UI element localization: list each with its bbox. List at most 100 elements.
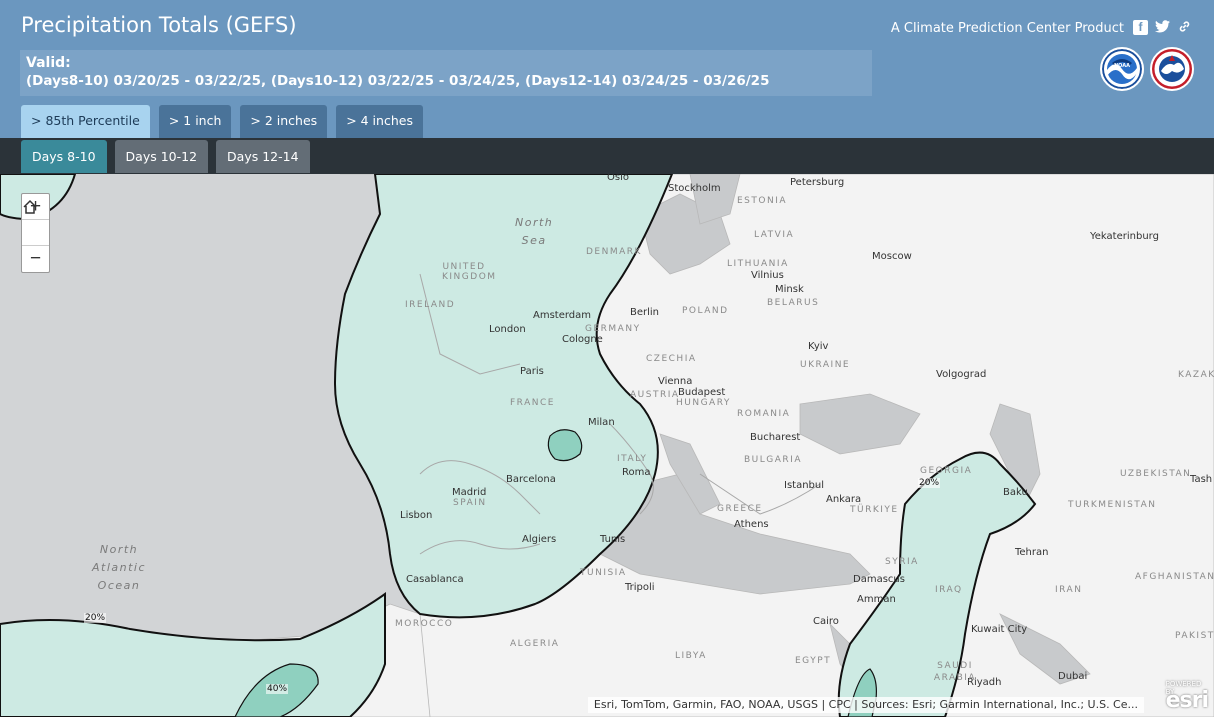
country-label: AUSTRIA bbox=[630, 390, 680, 400]
city-label: Roma bbox=[622, 467, 651, 478]
city-label: Cairo bbox=[813, 616, 839, 627]
country-label: ROMANIA bbox=[737, 409, 791, 419]
tab-1-inch[interactable]: > 1 inch bbox=[158, 105, 232, 138]
noaa-logo[interactable]: NOAA bbox=[1100, 47, 1144, 91]
country-label: SPAIN bbox=[453, 498, 487, 508]
city-label: Tash bbox=[1190, 474, 1213, 485]
contour-label: 40% bbox=[266, 684, 289, 694]
threshold-tabs: > 85th Percentile > 1 inch > 2 inches > … bbox=[21, 105, 423, 138]
tab-days-8-10[interactable]: Days 8-10 bbox=[21, 140, 107, 173]
country-label: LIBYA bbox=[675, 651, 707, 661]
period-tabs: Days 8-10 Days 10-12 Days 12-14 bbox=[21, 140, 310, 173]
country-label: UZBEKISTAN bbox=[1120, 469, 1192, 479]
valid-panel: Valid: (Days8-10) 03/20/25 - 03/22/25, (… bbox=[20, 50, 872, 96]
city-label: Baku bbox=[1003, 487, 1028, 498]
city-label: Amsterdam bbox=[533, 310, 592, 321]
city-label: Moscow bbox=[872, 251, 912, 262]
contour-label: 20% bbox=[84, 613, 107, 623]
country-label: ESTONIA bbox=[737, 196, 788, 206]
header: Precipitation Totals (GEFS) A Climate Pr… bbox=[0, 0, 1214, 138]
country-label: TUNISIA bbox=[580, 568, 627, 578]
city-label: Petersburg bbox=[790, 177, 845, 188]
tab-85th-percentile[interactable]: > 85th Percentile bbox=[21, 105, 150, 138]
country-label: IRELAND bbox=[405, 300, 456, 310]
country-label: LATVIA bbox=[754, 230, 795, 240]
city-label: Cologne bbox=[562, 334, 603, 345]
svg-text:NOAA: NOAA bbox=[1114, 63, 1130, 69]
country-label: UNITED KINGDOM bbox=[442, 262, 497, 282]
country-label: SAUDI ARABIA bbox=[933, 661, 977, 683]
tab-days-12-14[interactable]: Days 12-14 bbox=[216, 140, 310, 173]
city-label: Tehran bbox=[1015, 547, 1049, 558]
city-label: Minsk bbox=[775, 284, 804, 295]
valid-label: Valid: bbox=[26, 55, 71, 71]
city-label: Bucharest bbox=[750, 432, 801, 443]
country-label: MOROCCO bbox=[395, 619, 454, 629]
product-credit: A Climate Prediction Center Product bbox=[890, 21, 1124, 36]
esri-logo[interactable]: POWERED BY esri bbox=[1166, 680, 1209, 713]
city-label: Milan bbox=[588, 417, 615, 428]
tab-4-inches[interactable]: > 4 inches bbox=[336, 105, 423, 138]
city-label: Damascus bbox=[853, 574, 905, 585]
country-label: CZECHIA bbox=[646, 354, 697, 364]
country-label: HUNGARY bbox=[676, 398, 731, 408]
city-label: Lisbon bbox=[400, 510, 433, 521]
facebook-icon[interactable]: f bbox=[1133, 20, 1148, 35]
country-label: POLAND bbox=[682, 306, 729, 316]
tab-2-inches[interactable]: > 2 inches bbox=[240, 105, 328, 138]
period-bar: Days 8-10 Days 10-12 Days 12-14 bbox=[0, 138, 1214, 174]
agency-logos: NOAA bbox=[1100, 47, 1194, 91]
app: Precipitation Totals (GEFS) A Climate Pr… bbox=[0, 0, 1214, 717]
city-label: Budapest bbox=[678, 387, 726, 398]
precip-area-atlantic-sw bbox=[0, 592, 386, 717]
map-view[interactable]: + − North Sea North Atlantic Ocean Oslo Sto… bbox=[0, 174, 1214, 717]
map-attribution[interactable]: Esri, TomTom, Garmin, FAO, NOAA, USGS | … bbox=[587, 697, 1144, 713]
zoom-controls: + − bbox=[21, 193, 50, 273]
country-label: BULGARIA bbox=[744, 455, 802, 465]
twitter-icon[interactable] bbox=[1155, 20, 1170, 35]
country-label: GERMANY bbox=[585, 324, 641, 334]
city-label: Berlin bbox=[630, 307, 660, 318]
page-title: Precipitation Totals (GEFS) bbox=[21, 13, 297, 37]
country-label: ITALY bbox=[617, 454, 648, 464]
city-label: Volgograd bbox=[936, 369, 987, 380]
city-label: Yekaterinburg bbox=[1090, 231, 1159, 242]
country-label: UKRAINE bbox=[800, 360, 851, 370]
country-label: GEORGIA bbox=[920, 466, 973, 476]
label-atlantic: North Atlantic Ocean bbox=[92, 543, 147, 592]
city-label: Dubai bbox=[1058, 671, 1088, 682]
country-label: FRANCE bbox=[510, 398, 555, 408]
link-icon[interactable] bbox=[1177, 20, 1192, 35]
city-label: Barcelona bbox=[506, 474, 556, 485]
city-label: Madrid bbox=[452, 487, 487, 498]
country-label: IRAQ bbox=[935, 585, 963, 595]
country-label: TURKMENISTAN bbox=[1068, 500, 1157, 510]
city-label: Kuwait City bbox=[971, 624, 1028, 635]
country-label: BELARUS bbox=[767, 298, 820, 308]
home-icon bbox=[23, 199, 37, 214]
country-label: DENMARK bbox=[586, 247, 642, 257]
city-label: Oslo bbox=[607, 174, 629, 183]
home-button[interactable] bbox=[22, 199, 49, 246]
social-links: f bbox=[1133, 20, 1192, 35]
country-label: EGYPT bbox=[795, 656, 832, 666]
country-label: LITHUANIA bbox=[727, 259, 789, 269]
country-label: AFGHANISTAN bbox=[1135, 572, 1214, 582]
contour-label: 20% bbox=[918, 478, 941, 488]
tab-days-10-12[interactable]: Days 10-12 bbox=[114, 140, 209, 173]
city-label: Ankara bbox=[826, 494, 862, 505]
country-label: SYRIA bbox=[885, 557, 919, 567]
city-label: Istanbul bbox=[784, 480, 825, 491]
country-label: TÜRKIYE bbox=[850, 505, 899, 515]
city-label: Kyiv bbox=[808, 341, 829, 352]
country-label: IRAN bbox=[1055, 585, 1083, 595]
city-label: Tripoli bbox=[625, 582, 655, 593]
city-label: Amman bbox=[857, 594, 896, 605]
country-label: ALGERIA bbox=[510, 639, 560, 649]
city-label: Tunis bbox=[600, 534, 626, 545]
label-north-sea: North Sea bbox=[515, 216, 554, 247]
nws-logo[interactable] bbox=[1150, 47, 1194, 91]
zoom-out-button[interactable]: − bbox=[22, 246, 49, 272]
country-label: KAZAK bbox=[1178, 370, 1214, 380]
city-label: Paris bbox=[520, 366, 544, 377]
